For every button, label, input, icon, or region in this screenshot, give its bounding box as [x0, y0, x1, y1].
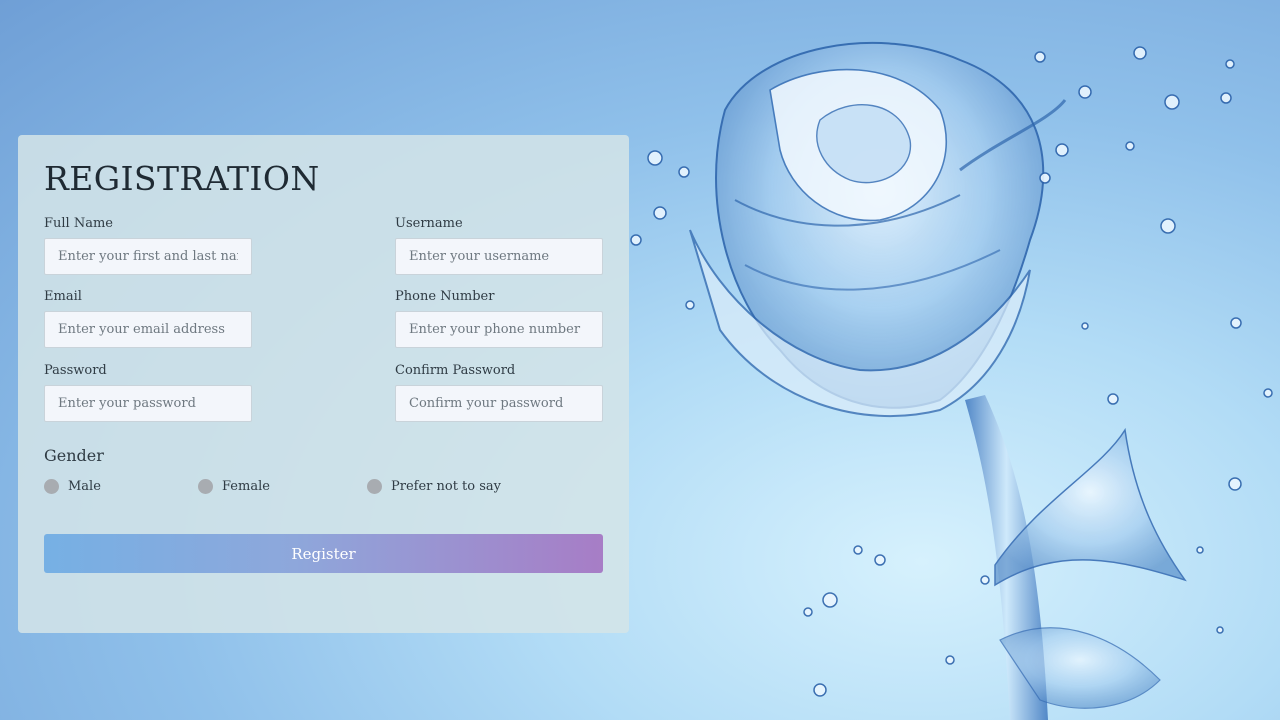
password-group: Password: [44, 363, 252, 422]
password-label: Password: [44, 363, 107, 378]
username-input[interactable]: [395, 238, 603, 275]
gender-option-label: Prefer not to say: [391, 478, 502, 494]
gender-radio-female[interactable]: Female: [198, 477, 270, 495]
gender-option-label: Female: [222, 478, 270, 494]
confirm-password-label: Confirm Password: [395, 363, 516, 378]
gender-title: Gender: [44, 446, 104, 465]
gender-radio-male[interactable]: Male: [44, 477, 101, 495]
register-button[interactable]: Register: [44, 534, 603, 573]
registration-panel: REGISTRATION Full Name Username Email Ph…: [18, 135, 629, 633]
username-group: Username: [395, 216, 603, 275]
email-group: Email: [44, 289, 252, 348]
phone-group: Phone Number: [395, 289, 603, 348]
gender-radio-prefer-not-to-say[interactable]: Prefer not to say: [367, 477, 501, 495]
email-label: Email: [44, 289, 82, 304]
email-input[interactable]: [44, 311, 252, 348]
radio-circle-icon[interactable]: [198, 478, 213, 494]
confirm-password-group: Confirm Password: [395, 363, 603, 422]
form-title: REGISTRATION: [44, 159, 320, 198]
gender-option-label: Male: [68, 478, 101, 494]
full-name-input[interactable]: [44, 238, 252, 275]
phone-label: Phone Number: [395, 289, 495, 304]
radio-circle-icon[interactable]: [367, 478, 382, 494]
radio-circle-icon[interactable]: [44, 478, 59, 494]
full-name-label: Full Name: [44, 216, 113, 231]
password-input[interactable]: [44, 385, 252, 422]
username-label: Username: [395, 216, 463, 231]
confirm-password-input[interactable]: [395, 385, 603, 422]
phone-input[interactable]: [395, 311, 603, 348]
full-name-group: Full Name: [44, 216, 252, 275]
